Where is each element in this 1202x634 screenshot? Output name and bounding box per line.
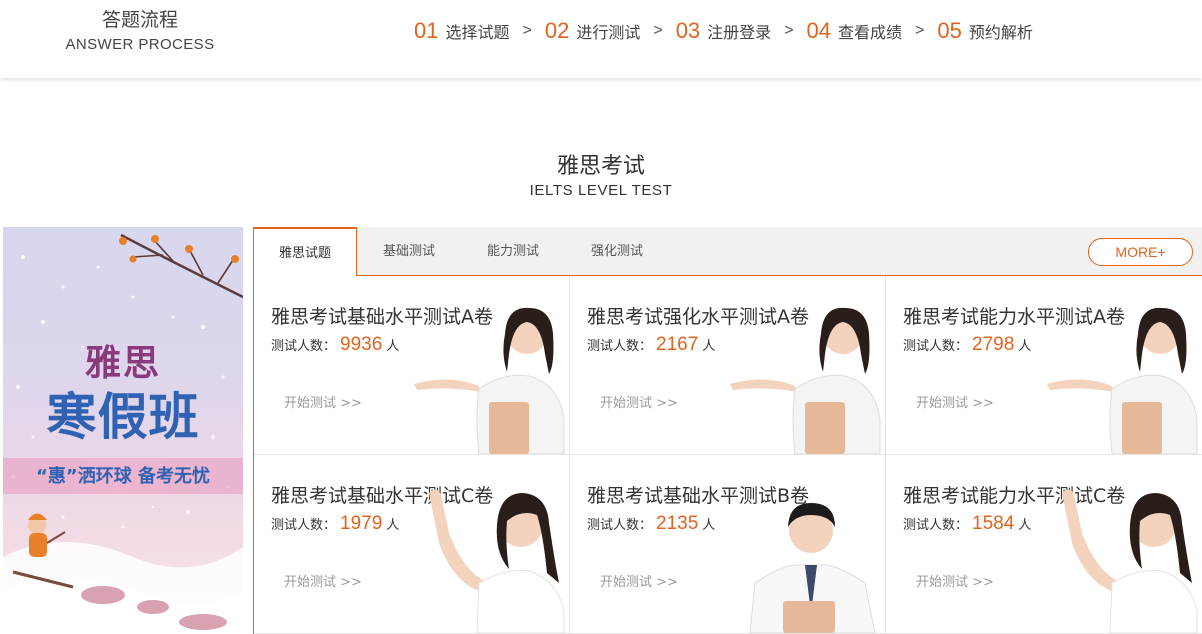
- count-label: 测试人数：: [587, 339, 653, 354]
- process-title-en: ANSWER PROCESS: [65, 36, 215, 53]
- count-unit: 人: [702, 339, 716, 354]
- count-label: 测试人数：: [903, 518, 969, 533]
- test-card[interactable]: 雅思考试能力水平测试A卷 测试人数： 2798 人 开始测试 >>: [886, 276, 1202, 455]
- step-label: 查看成绩: [838, 23, 903, 42]
- card-count: 测试人数： 1979 人: [271, 513, 399, 535]
- count-label: 测试人数：: [271, 339, 337, 354]
- start-test-link[interactable]: 开始测试 >>: [284, 392, 362, 411]
- start-test-link[interactable]: 开始测试 >>: [284, 571, 362, 590]
- start-test-link[interactable]: 开始测试 >>: [916, 392, 994, 411]
- count-unit: 人: [386, 518, 400, 533]
- tab-basic-test[interactable]: 基础测试: [357, 227, 461, 276]
- process-step-5: 05 预约解析: [937, 18, 1033, 44]
- count-value: 2167: [656, 334, 699, 355]
- test-card[interactable]: 雅思考试强化水平测试A卷 测试人数： 2167 人 开始测试 >>: [570, 276, 886, 455]
- count-value: 9936: [340, 334, 383, 355]
- woman-holding-book-image: [730, 307, 881, 454]
- step-label: 注册登录: [707, 23, 772, 42]
- start-test-link[interactable]: 开始测试 >>: [916, 571, 994, 590]
- count-unit: 人: [1018, 339, 1032, 354]
- step-number: 02: [544, 18, 570, 43]
- process-title-cn: 答题流程: [101, 9, 178, 31]
- process-step-3: 03 注册登录: [676, 18, 772, 44]
- test-tabs: 雅思试题 基础测试 能力测试 强化测试 MORE+: [253, 227, 1202, 277]
- count-unit: 人: [386, 339, 400, 354]
- banner-title-winter-class: 寒假班: [46, 387, 200, 446]
- card-count: 测试人数： 1584 人: [903, 513, 1031, 535]
- section-subtitle: IELTS LEVEL TEST: [529, 182, 673, 199]
- step-separator: >: [784, 22, 794, 39]
- step-number: 01: [414, 18, 439, 43]
- answer-process-bar: 答题流程 ANSWER PROCESS 01 选择试题 > 02 进行测试 > …: [0, 0, 1202, 78]
- count-label: 测试人数：: [587, 518, 653, 533]
- start-test-link[interactable]: 开始测试 >>: [600, 392, 678, 411]
- winter-class-banner[interactable]: 雅思 寒假班 “惠”洒环球 备考无忧: [3, 227, 243, 634]
- process-step-1: 01 选择试题: [414, 18, 510, 44]
- test-card[interactable]: 雅思考试基础水平测试B卷 测试人数： 2135 人 开始测试 >>: [570, 455, 886, 634]
- step-label: 进行测试: [576, 23, 641, 42]
- process-steps: 01 选择试题 > 02 进行测试 > 03 注册登录 > 04 查看成绩 > …: [414, 16, 1033, 46]
- count-value: 1584: [972, 513, 1015, 534]
- tab-intensive-test[interactable]: 强化测试: [565, 227, 669, 276]
- banner-slogan: “惠”洒环球 备考无忧: [36, 466, 210, 487]
- more-button[interactable]: MORE+: [1088, 238, 1193, 266]
- count-unit: 人: [1018, 518, 1032, 533]
- woman-holding-book-image: [1047, 307, 1198, 454]
- woman-pointing-image: [1062, 489, 1198, 633]
- section-title: 雅思考试: [556, 154, 645, 179]
- count-label: 测试人数：: [271, 518, 337, 533]
- step-separator: >: [653, 22, 663, 39]
- process-step-2: 02 进行测试: [545, 18, 641, 44]
- count-label: 测试人数：: [903, 339, 969, 354]
- count-unit: 人: [702, 518, 716, 533]
- process-title: 答题流程 ANSWER PROCESS: [60, 8, 220, 58]
- man-holding-book-image: [749, 503, 876, 633]
- woman-pointing-image: [429, 489, 565, 633]
- card-count: 测试人数： 2798 人: [903, 334, 1031, 356]
- step-label: 预约解析: [968, 23, 1033, 42]
- step-label: 选择试题: [445, 23, 510, 42]
- count-value: 1979: [340, 513, 383, 534]
- step-number: 05: [937, 18, 962, 43]
- start-test-link[interactable]: 开始测试 >>: [600, 571, 678, 590]
- count-value: 2135: [656, 513, 699, 534]
- card-count: 测试人数： 9936 人: [271, 334, 399, 356]
- test-card[interactable]: 雅思考试基础水平测试C卷 测试人数： 1979 人 开始测试 >>: [254, 455, 570, 634]
- step-number: 04: [806, 18, 832, 43]
- card-count: 测试人数： 2135 人: [587, 513, 715, 535]
- count-value: 2798: [972, 334, 1015, 355]
- section-heading: 雅思考试 IELTS LEVEL TEST: [0, 152, 1202, 200]
- process-step-4: 04 查看成绩: [807, 18, 903, 44]
- step-separator: >: [522, 22, 532, 39]
- step-separator: >: [915, 22, 925, 39]
- tab-ability-test[interactable]: 能力测试: [461, 227, 565, 276]
- step-number: 03: [675, 18, 701, 43]
- test-card[interactable]: 雅思考试能力水平测试C卷 测试人数： 1584 人 开始测试 >>: [886, 455, 1202, 634]
- woman-holding-book-image: [414, 307, 565, 454]
- card-count: 测试人数： 2167 人: [587, 334, 715, 356]
- test-card-grid: 雅思考试基础水平测试A卷 测试人数： 9936 人 开始测试 >> 雅思考试强化水平…: [253, 276, 1202, 634]
- tab-ielts-questions[interactable]: 雅思试题: [253, 227, 357, 277]
- test-card[interactable]: 雅思考试基础水平测试A卷 测试人数： 9936 人 开始测试 >>: [254, 276, 570, 455]
